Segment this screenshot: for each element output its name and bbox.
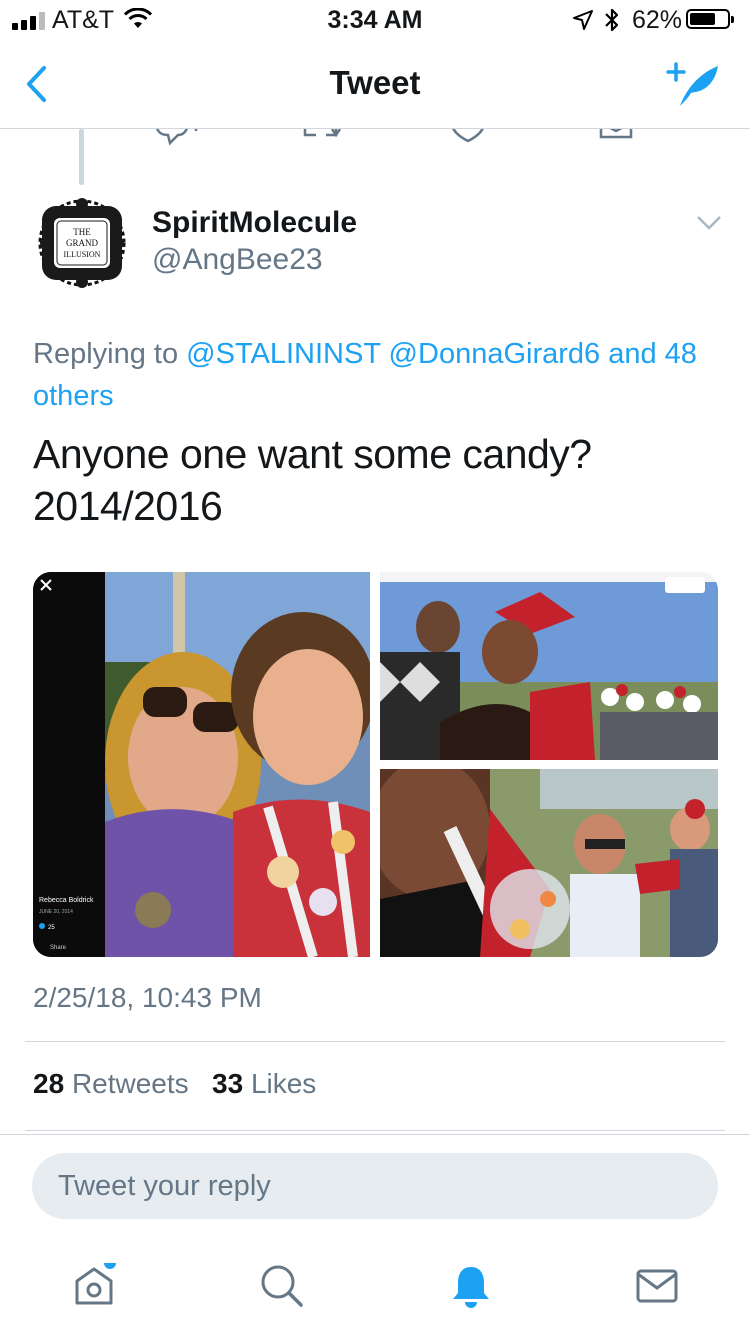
screenshot-user-name: Rebecca Boldrick bbox=[39, 897, 94, 904]
user-handle[interactable]: @AngBee23 bbox=[152, 243, 323, 277]
reply-icon[interactable] bbox=[152, 129, 202, 147]
retweets-stat[interactable]: 28 Retweets bbox=[33, 1068, 189, 1099]
battery-icon bbox=[686, 9, 734, 29]
retweets-count: 28 bbox=[33, 1068, 65, 1099]
retweet-icon[interactable] bbox=[302, 129, 342, 149]
location-arrow-icon bbox=[573, 10, 593, 30]
display-name[interactable]: SpiritMolecule bbox=[152, 206, 357, 240]
likes-stat[interactable]: 33 Likes bbox=[212, 1068, 316, 1099]
divider bbox=[25, 1041, 725, 1042]
photo-1[interactable]: Rebecca Boldrick JUNE 20, 2014 25 Share bbox=[33, 572, 370, 957]
home-icon[interactable] bbox=[72, 1263, 118, 1309]
tweet-text-line-2: 2014/2016 bbox=[33, 483, 223, 529]
reply-composer-bar: Tweet your reply bbox=[0, 1134, 750, 1335]
divider bbox=[25, 1130, 725, 1131]
replying-to: Replying to @STALININST @DonnaGirard6 an… bbox=[33, 333, 723, 417]
battery-percent: 62% bbox=[632, 6, 683, 34]
tweet-stats: 28 Retweets 33 Likes bbox=[33, 1068, 316, 1100]
page-title: Tweet bbox=[329, 64, 421, 101]
likes-count: 33 bbox=[212, 1068, 244, 1099]
screenshot-reaction-count: 25 bbox=[48, 925, 55, 931]
likes-label: Likes bbox=[250, 1068, 317, 1099]
media-grid: Rebecca Boldrick JUNE 20, 2014 25 Share bbox=[33, 572, 718, 957]
status-bar: AT&T 3:34 AM 62% bbox=[0, 0, 750, 40]
screenshot-share-label: Share bbox=[50, 945, 67, 951]
svg-text:ILLUSION: ILLUSION bbox=[64, 250, 101, 259]
like-icon[interactable] bbox=[450, 129, 486, 149]
compose-tweet-icon[interactable] bbox=[666, 60, 722, 110]
photo-3[interactable] bbox=[380, 769, 718, 957]
direct-message-icon[interactable] bbox=[598, 129, 634, 149]
screenshot-date: JUNE 20, 2014 bbox=[39, 909, 73, 915]
retweets-label: Retweets bbox=[71, 1068, 189, 1099]
search-icon[interactable] bbox=[259, 1263, 305, 1309]
messages-icon[interactable] bbox=[635, 1263, 681, 1309]
avatar-logo-text: THE bbox=[73, 227, 91, 237]
navigation-bar: Tweet bbox=[0, 40, 750, 129]
thread-connector-line bbox=[79, 129, 84, 185]
tweet-text-line-1: Anyone one want some candy? bbox=[33, 431, 592, 477]
tweet-text: Anyone one want some candy? 2014/2016 bbox=[33, 428, 723, 532]
photo-2[interactable] bbox=[380, 572, 718, 760]
reply-input[interactable]: Tweet your reply bbox=[32, 1153, 718, 1219]
svg-text:GRAND: GRAND bbox=[66, 238, 99, 248]
avatar[interactable]: THE GRAND ILLUSION bbox=[36, 196, 128, 290]
bluetooth-icon bbox=[605, 8, 619, 32]
previous-tweet-actions bbox=[0, 129, 750, 159]
chevron-down-icon[interactable] bbox=[696, 215, 722, 231]
tweet-timestamp: 2/25/18, 10:43 PM bbox=[33, 982, 262, 1013]
replying-to-label: Replying to bbox=[33, 338, 179, 370]
notifications-icon[interactable] bbox=[448, 1263, 494, 1309]
